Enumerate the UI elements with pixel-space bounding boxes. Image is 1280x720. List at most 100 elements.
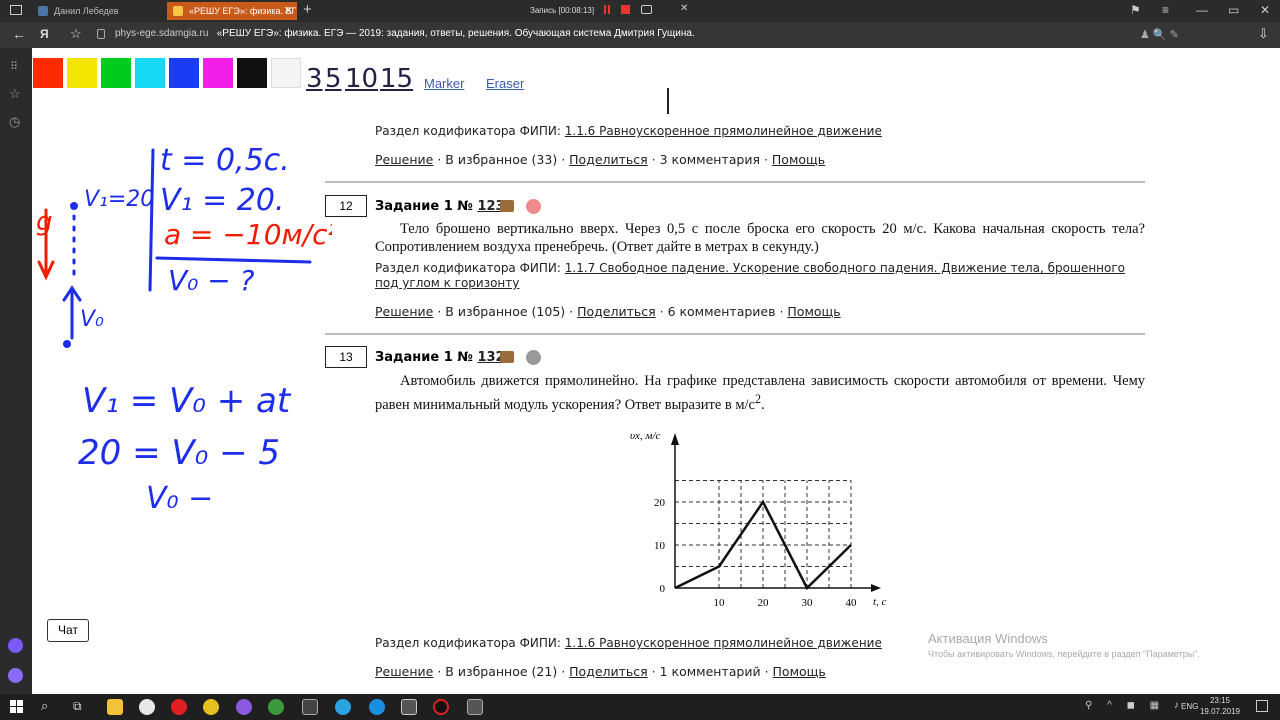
app-icon-purple[interactable] <box>236 699 252 715</box>
color-swatch-red[interactable] <box>33 58 63 88</box>
x-tick-label: 20 <box>758 597 770 609</box>
alice-icon[interactable] <box>8 638 23 653</box>
windows-start-icon[interactable] <box>10 700 23 713</box>
search-icon[interactable]: ⌕ <box>41 698 48 714</box>
menu-icon[interactable]: ≡ <box>1162 3 1169 17</box>
share-link[interactable]: Поделиться <box>577 304 656 319</box>
favorite-link[interactable]: В избранное (21) <box>445 664 557 679</box>
telegram-icon[interactable] <box>335 699 351 715</box>
pause-icon[interactable] <box>604 5 610 14</box>
camera-icon[interactable] <box>641 5 652 14</box>
history-icon[interactable]: ◷ <box>9 114 20 130</box>
app-icon-window[interactable] <box>401 699 417 715</box>
size-10-button[interactable]: 10 <box>345 64 378 94</box>
solution-link[interactable]: Решение <box>375 664 433 679</box>
screen-icon[interactable] <box>467 699 483 715</box>
minimize-icon[interactable]: — <box>1196 3 1208 17</box>
size-5-button[interactable]: 5 <box>325 64 342 94</box>
close-recorder-icon[interactable]: ✕ <box>680 3 688 14</box>
tab-reshu-ege[interactable]: «РЕШУ ЕГЭ»: физика. ЕГ ✕ <box>167 2 297 20</box>
file-explorer-icon[interactable] <box>107 699 123 715</box>
back-icon[interactable]: ← <box>12 26 26 42</box>
url-field[interactable]: phys-ege.sdamgia.ru «РЕШУ ЕГЭ»: физика. … <box>115 28 695 39</box>
notifications-icon[interactable] <box>1256 700 1268 712</box>
color-swatch-white[interactable] <box>271 58 301 88</box>
chat-button[interactable]: Чат <box>47 619 89 642</box>
recorder-icon[interactable] <box>433 699 449 715</box>
calculator-icon[interactable] <box>302 699 318 715</box>
task-view-icon[interactable]: ⧉ <box>73 699 82 714</box>
size-3-button[interactable]: 3 <box>306 64 323 94</box>
links-prev: Решение · В избранное (33) · Поделиться … <box>375 152 826 167</box>
yandex-browser-icon[interactable] <box>139 699 155 715</box>
color-swatch-magenta[interactable] <box>203 58 233 88</box>
activation-subtitle: Чтобы активировать Windows, перейдите в … <box>928 649 1200 659</box>
address-bar: ← Я ☆ phys-ege.sdamgia.ru «РЕШУ ЕГЭ»: фи… <box>0 22 1280 48</box>
alice-icon-2[interactable] <box>8 668 23 683</box>
help-link[interactable]: Помощь <box>773 664 826 679</box>
help-link[interactable]: Помощь <box>787 304 840 319</box>
codifier-12: Раздел кодификатора ФИПИ: 1.1.7 Свободно… <box>375 261 1145 291</box>
tray-icons[interactable]: ⚲ ^ ◼ ▦ ♪ <box>1085 700 1185 711</box>
status-dot-gray <box>526 350 541 365</box>
opera-icon[interactable] <box>171 699 187 715</box>
extensions-icon[interactable]: ♟ 🔍 ✎ <box>1140 28 1179 41</box>
download-icon[interactable]: ⇩ <box>1258 26 1269 42</box>
briefcase-icon[interactable] <box>500 200 514 212</box>
clock[interactable]: 23:15 19.07.2019 <box>1200 695 1240 717</box>
eraser-button[interactable]: Eraser <box>486 76 524 91</box>
activation-title: Активация Windows <box>928 631 1048 646</box>
app-icon-yellow[interactable] <box>203 699 219 715</box>
formula-substituted: 20 = V₀ − 5 <box>78 433 280 473</box>
stop-icon[interactable] <box>621 5 630 14</box>
comments-link[interactable]: 1 комментарий <box>660 664 761 679</box>
bookmark-icon[interactable]: ⚑ <box>1130 3 1141 17</box>
top-point <box>70 202 78 210</box>
size-15-button[interactable]: 15 <box>380 64 413 94</box>
color-swatch-black[interactable] <box>237 58 267 88</box>
color-swatch-yellow[interactable] <box>67 58 97 88</box>
y-tick-label: 20 <box>654 497 666 509</box>
velocity-time-chart: 10 20 30 40 0 10 20 t, с υx, м/с <box>630 430 887 609</box>
url-domain: phys-ege.sdamgia.ru <box>115 28 209 39</box>
tab-label: Данил Лебедев <box>54 6 119 16</box>
favorites-icon[interactable]: ☆ <box>9 86 21 102</box>
codifier-link[interactable]: 1.1.6 Равноускоренное прямолинейное движ… <box>565 636 882 650</box>
briefcase-icon[interactable] <box>500 351 514 363</box>
share-link[interactable]: Поделиться <box>569 152 648 167</box>
maximize-icon[interactable]: ▭ <box>1228 3 1239 17</box>
color-swatch-green[interactable] <box>101 58 131 88</box>
language-indicator[interactable]: ENG <box>1181 702 1198 711</box>
solution-link[interactable]: Решение <box>375 152 433 167</box>
page-title: «РЕШУ ЕГЭ»: физика. ЕГЭ — 2019: задания,… <box>216 28 695 39</box>
y-axis-arrow <box>671 433 679 445</box>
color-swatch-blue[interactable] <box>169 58 199 88</box>
links-13: Решение · В избранное (21) · Поделиться … <box>375 664 826 679</box>
sidebar-toggle-icon[interactable] <box>10 5 22 15</box>
solution-link[interactable]: Решение <box>375 304 433 319</box>
favorite-link[interactable]: В избранное (33) <box>445 152 557 167</box>
help-link[interactable]: Помощь <box>772 152 825 167</box>
favorite-link[interactable]: В избранное (105) <box>445 304 565 319</box>
comments-link[interactable]: 6 комментариев <box>668 304 776 319</box>
new-tab-button[interactable]: + <box>303 1 312 18</box>
divider <box>325 181 1145 183</box>
skype-icon[interactable] <box>369 699 385 715</box>
yandex-icon[interactable]: Я <box>40 27 49 41</box>
codifier-label: Раздел кодификатора ФИПИ: <box>375 261 561 275</box>
problem-text: Автомобиль движется прямолинейно. На гра… <box>375 372 1145 414</box>
codifier-prev: Раздел кодификатора ФИПИ: 1.1.6 Равноуск… <box>375 124 882 138</box>
close-tab-icon[interactable]: ✕ <box>284 2 293 20</box>
marker-button[interactable]: Marker <box>424 76 464 91</box>
grid-icon[interactable]: ⠿ <box>10 60 18 73</box>
tab-vk[interactable]: Данил Лебедев <box>32 2 162 20</box>
underline <box>155 256 312 264</box>
share-link[interactable]: Поделиться <box>569 664 648 679</box>
comments-link[interactable]: 3 комментария <box>660 152 760 167</box>
color-swatch-cyan[interactable] <box>135 58 165 88</box>
y-tick-label: 10 <box>654 540 666 552</box>
star-icon[interactable]: ☆ <box>70 26 82 42</box>
close-window-icon[interactable]: ✕ <box>1260 3 1270 17</box>
chrome-icon[interactable] <box>268 699 284 715</box>
codifier-link[interactable]: 1.1.6 Равноускоренное прямолинейное движ… <box>565 124 882 138</box>
